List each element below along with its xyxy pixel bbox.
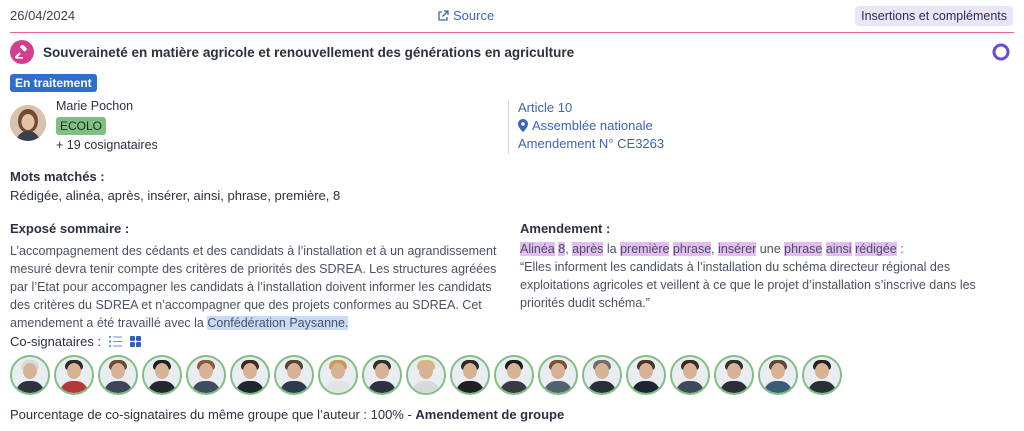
source-label[interactable]: Source bbox=[453, 8, 494, 23]
instruction-text: une bbox=[756, 242, 785, 256]
logo-ring-icon[interactable] bbox=[992, 43, 1010, 61]
mots-matches-list: Rédigée, alinéa, après, insérer, ainsi, … bbox=[10, 188, 341, 203]
cosignataire-avatar[interactable] bbox=[714, 355, 754, 395]
instruction-text: : bbox=[896, 242, 904, 256]
amendement-quote: “Elles informent les candidats à l’insta… bbox=[520, 260, 976, 310]
matched-word: après bbox=[572, 242, 604, 256]
author-name[interactable]: Marie Pochon bbox=[56, 99, 133, 113]
cosignataire-avatar[interactable] bbox=[670, 355, 710, 395]
cosignataire-avatar[interactable] bbox=[186, 355, 226, 395]
cosignataires-header: Co-signataires : bbox=[10, 334, 142, 349]
article-label[interactable]: Article 10 bbox=[518, 100, 572, 115]
assembly-info: Assemblée nationale bbox=[518, 118, 653, 133]
grid-view-icon[interactable] bbox=[130, 336, 142, 347]
article-link[interactable]: Article 10 bbox=[518, 100, 572, 115]
matched-word: rédigée bbox=[855, 242, 897, 256]
cosignataire-avatar[interactable] bbox=[142, 355, 182, 395]
instruction-text: la bbox=[603, 242, 621, 256]
amendement-heading: Amendement : bbox=[520, 221, 611, 236]
cosignataire-avatar[interactable] bbox=[362, 355, 402, 395]
cosignataire-avatar[interactable] bbox=[318, 355, 358, 395]
assembly-label: Assemblée nationale bbox=[532, 118, 653, 133]
title-row: Souveraineté en matière agricole et reno… bbox=[10, 40, 1010, 64]
cosignataires-count[interactable]: + 19 cosignataires bbox=[56, 138, 158, 152]
cosignataire-avatar[interactable] bbox=[98, 355, 138, 395]
external-link-icon bbox=[438, 9, 449, 21]
amendment-number-label[interactable]: Amendement N° CE3263 bbox=[518, 136, 664, 151]
cosignataires-avatars bbox=[10, 355, 842, 395]
cosignataire-avatar[interactable] bbox=[802, 355, 842, 395]
author-avatar[interactable] bbox=[10, 105, 46, 141]
cosignataire-avatar[interactable] bbox=[274, 355, 314, 395]
cosignataire-avatar[interactable] bbox=[10, 355, 50, 395]
amendment-title: Souveraineté en matière agricole et reno… bbox=[43, 44, 575, 60]
cosignataire-avatar[interactable] bbox=[406, 355, 446, 395]
matched-word: première bbox=[620, 242, 670, 256]
amendement-text: Alinéa 8, après la première phrase, insé… bbox=[520, 240, 990, 312]
info-divider bbox=[508, 100, 509, 154]
status-badge: En traitement bbox=[10, 74, 97, 92]
cosignataire-avatar[interactable] bbox=[230, 355, 270, 395]
group-percentage-text: Pourcentage de co-signataires du même gr… bbox=[10, 407, 416, 422]
amendment-number[interactable]: Amendement N° CE3263 bbox=[518, 136, 664, 151]
gavel-icon bbox=[10, 40, 34, 64]
category-tag: Insertions et compléments bbox=[855, 6, 1013, 26]
expose-text: L’accompagnement des cédants et des cand… bbox=[10, 242, 498, 332]
group-percentage: Pourcentage de co-signataires du même gr… bbox=[10, 407, 564, 422]
cosignataire-avatar[interactable] bbox=[494, 355, 534, 395]
expose-highlight: Confédération Paysanne. bbox=[207, 316, 349, 330]
matched-word: insérer bbox=[718, 242, 757, 256]
cosignataire-avatar[interactable] bbox=[538, 355, 578, 395]
amendement-instruction: Alinéa 8, après la première phrase, insé… bbox=[520, 240, 990, 258]
matched-word: phrase bbox=[784, 242, 823, 256]
list-view-icon[interactable] bbox=[109, 336, 123, 347]
matched-word: Alinéa bbox=[520, 242, 555, 256]
header-divider bbox=[10, 32, 1014, 33]
date: 26/04/2024 bbox=[10, 8, 76, 23]
cosignataire-avatar[interactable] bbox=[54, 355, 94, 395]
cosignataire-avatar[interactable] bbox=[758, 355, 798, 395]
cosignataires-label: Co-signataires : bbox=[10, 334, 102, 349]
matched-word: phrase bbox=[672, 242, 712, 256]
mots-matches-heading: Mots matchés : bbox=[10, 169, 105, 184]
cosignataire-avatar[interactable] bbox=[626, 355, 666, 395]
party-badge: ECOLO bbox=[56, 117, 107, 135]
cosignataire-avatar[interactable] bbox=[450, 355, 490, 395]
expose-heading: Exposé sommaire : bbox=[10, 221, 130, 236]
source-link[interactable]: Source bbox=[437, 8, 494, 23]
cosignataire-avatar[interactable] bbox=[582, 355, 622, 395]
location-pin-icon bbox=[518, 119, 528, 132]
group-amendment-label: Amendement de groupe bbox=[415, 407, 565, 422]
matched-word: ainsi bbox=[825, 242, 852, 256]
